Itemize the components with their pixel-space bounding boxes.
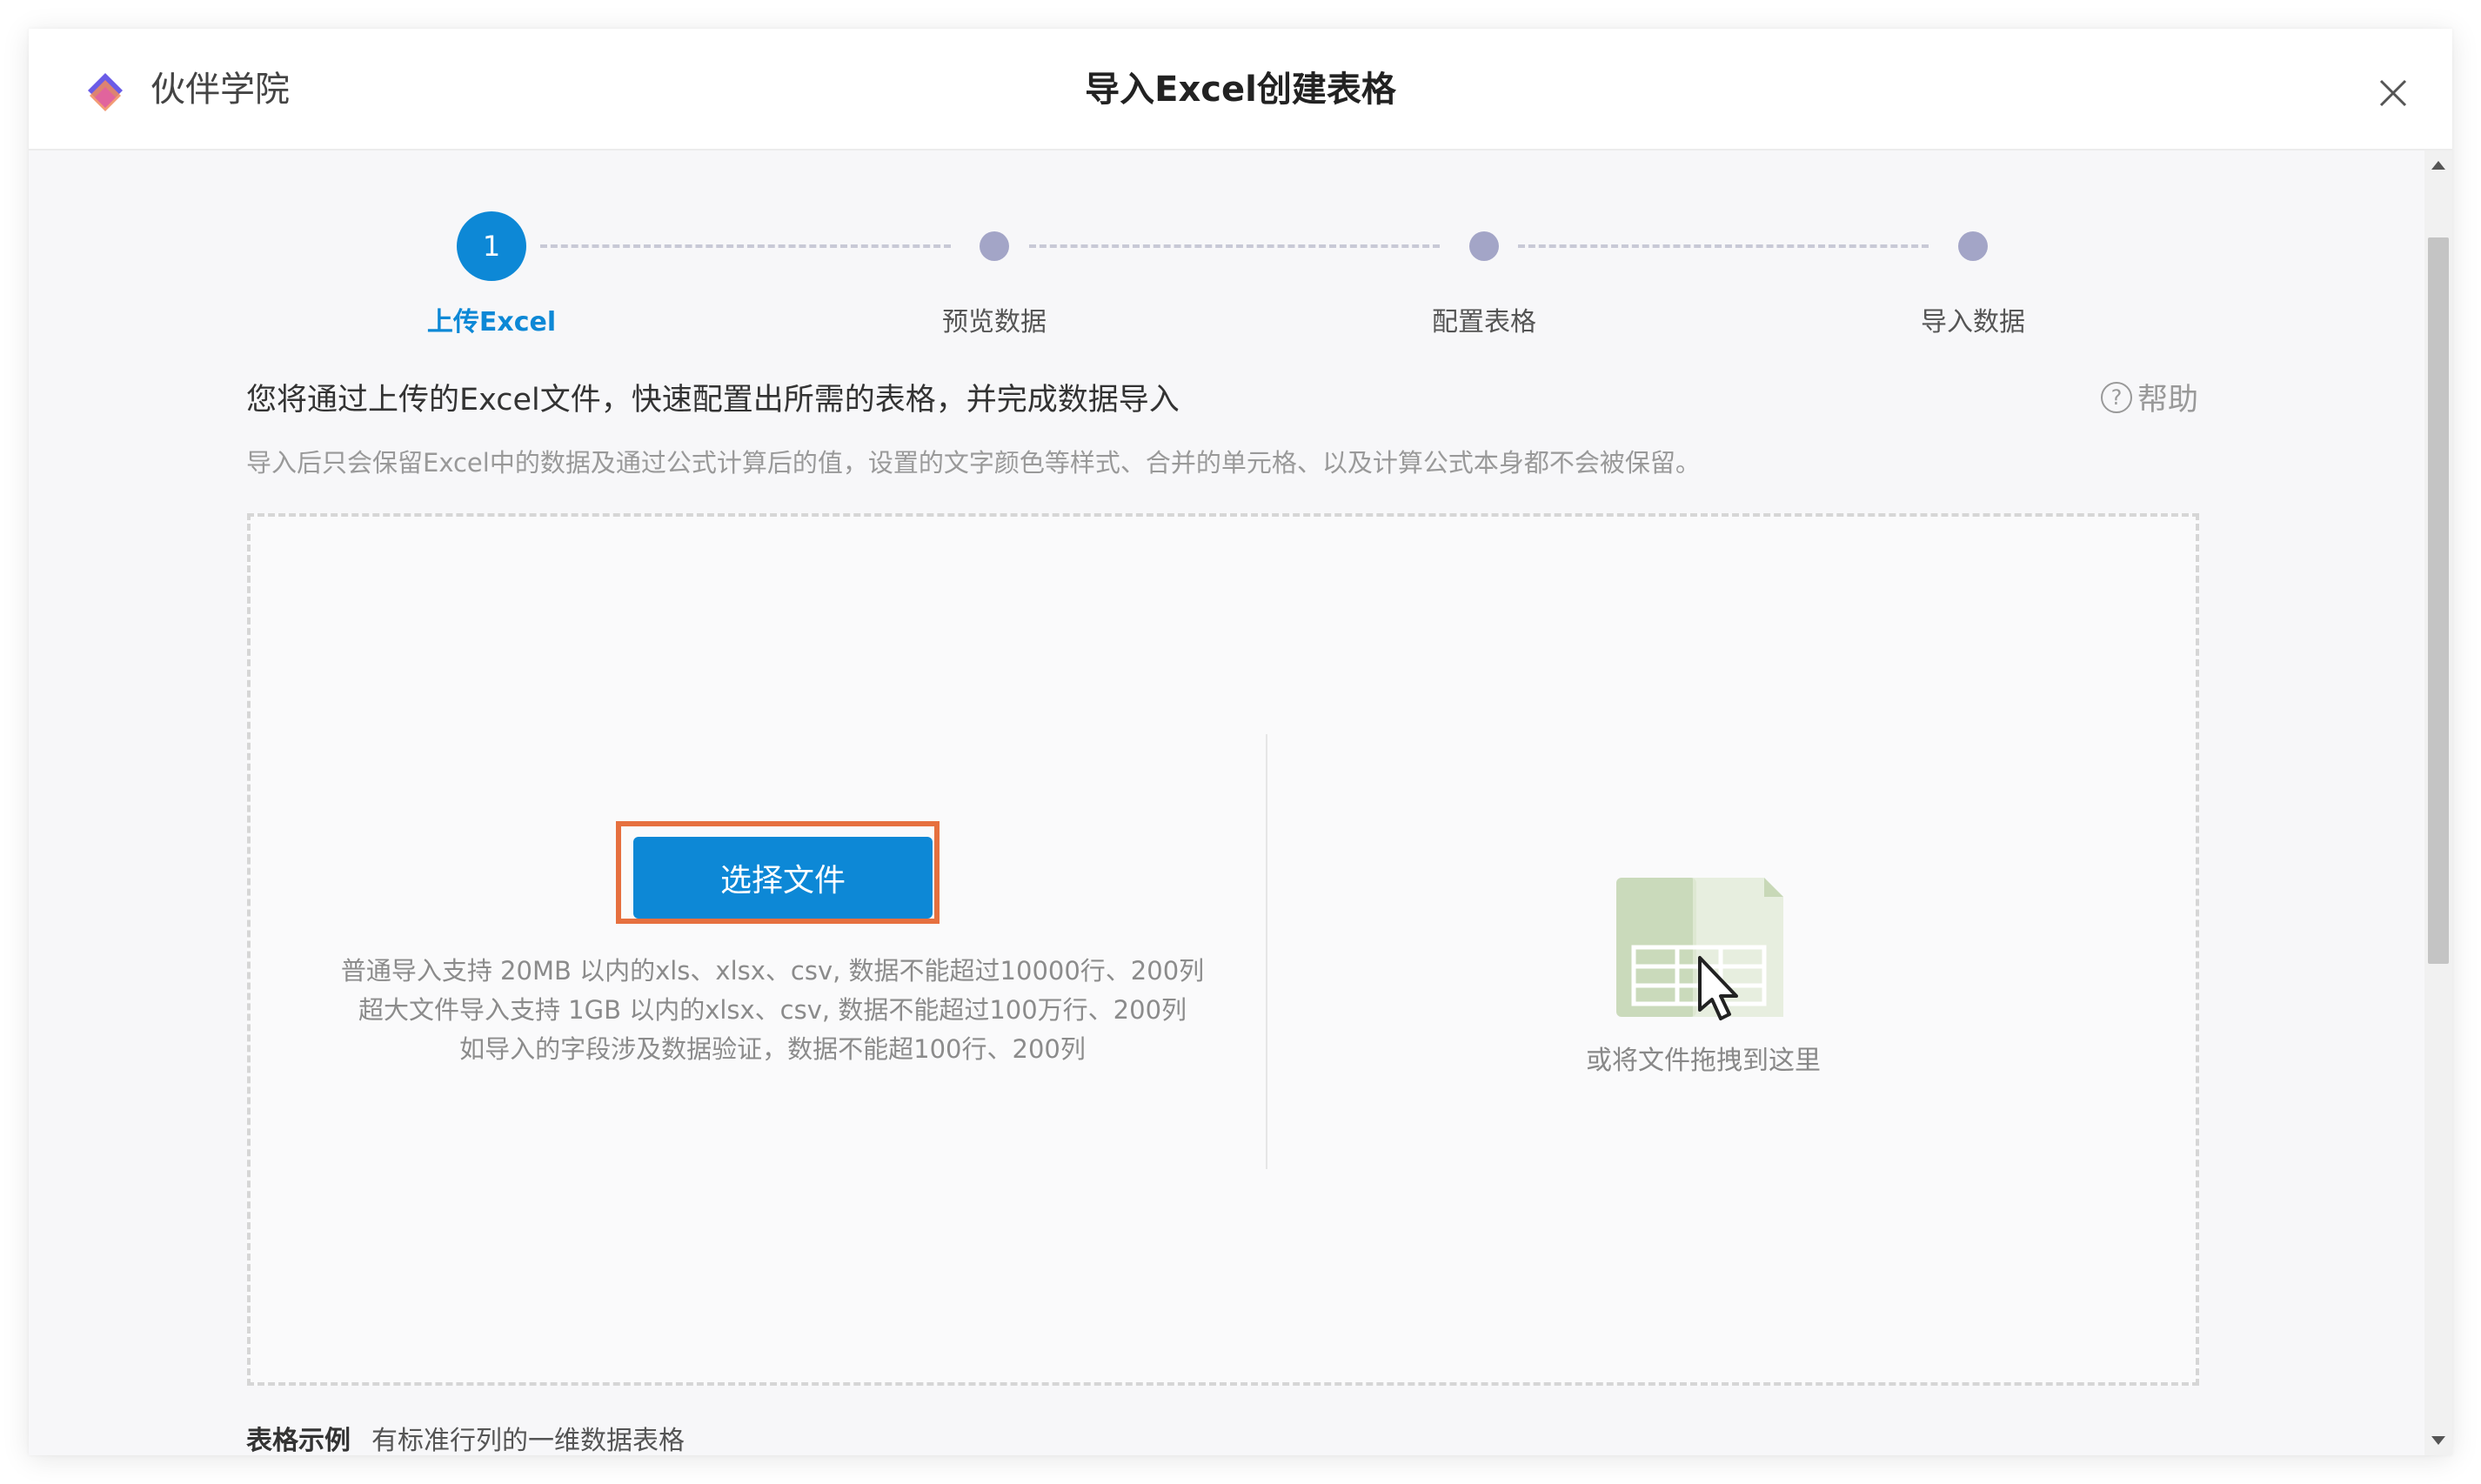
step-connector [1518, 244, 1929, 248]
step-4-dot [1958, 231, 1988, 261]
intro-text: 您将通过上传的Excel文件，快速配置出所需的表格，并完成数据导入 [246, 383, 1180, 418]
file-dropzone[interactable]: 选择文件 普通导入支持 20MB 以内的xls、xlsx、csv, 数据不能超过… [247, 513, 2199, 1386]
scrollbar-thumb[interactable] [2428, 237, 2449, 964]
close-icon[interactable] [2371, 70, 2416, 116]
table-example: 表格示例 有标准行列的一维数据表格 [246, 1419, 685, 1455]
question-circle-icon: ? [2100, 381, 2132, 413]
limit-line: 普通导入支持 20MB 以内的xls、xlsx、csv, 数据不能超过10000… [340, 956, 1205, 986]
step-1-label: 上传Excel [426, 307, 557, 338]
step-4-label: 导入数据 [1921, 307, 2025, 338]
step-1-dot: 1 [457, 211, 526, 281]
scroll-down-arrow-icon[interactable] [2431, 1436, 2445, 1445]
limit-line: 超大文件导入支持 1GB 以内的xlsx、csv, 数据不能超过100万行、20… [358, 995, 1187, 1025]
dialog-body: 1 上传Excel 预览数据 配置表格 导入数据 您将通过上传的Excel文件，… [29, 150, 2424, 1455]
limit-line: 如导入的字段涉及数据验证，数据不能超100行、200列 [459, 1034, 1086, 1064]
dialog-title: 导入Excel创建表格 [1085, 70, 1396, 110]
drop-hint: 或将文件拖拽到这里 [1586, 1046, 1821, 1076]
step-2-dot [980, 231, 1009, 261]
choose-file-highlight: 选择文件 [616, 821, 940, 924]
import-dialog: 伙伴学院 导入Excel创建表格 1 上传Excel 预览数据 配置表格 导入数… [29, 29, 2452, 1455]
step-3-dot [1469, 231, 1499, 261]
scroll-up-arrow-icon[interactable] [2431, 161, 2445, 170]
step-3-label: 配置表格 [1432, 307, 1536, 338]
vertical-scrollbar[interactable] [2424, 150, 2452, 1455]
upload-limits: 普通导入支持 20MB 以内的xls、xlsx、csv, 数据不能超过10000… [303, 952, 1242, 1069]
spreadsheet-drag-icon [1616, 878, 1783, 1020]
step-2-label: 预览数据 [942, 307, 1047, 338]
zone-divider [1266, 734, 1267, 1169]
help-label: 帮助 [2137, 383, 2198, 418]
choose-file-button[interactable]: 选择文件 [633, 837, 933, 919]
help-link[interactable]: ? 帮助 [2100, 375, 2198, 419]
example-text: 有标准行列的一维数据表格 [371, 1426, 685, 1455]
step-indicator: 1 上传Excel 预览数据 配置表格 导入数据 [29, 150, 2424, 342]
import-note: 导入后只会保留Excel中的数据及通过公式计算后的值，设置的文字颜色等样式、合并… [246, 448, 1701, 478]
example-title: 表格示例 [246, 1426, 351, 1455]
step-connector [540, 244, 951, 248]
step-connector [1029, 244, 1440, 248]
dialog-header: 伙伴学院 导入Excel创建表格 [29, 29, 2452, 150]
